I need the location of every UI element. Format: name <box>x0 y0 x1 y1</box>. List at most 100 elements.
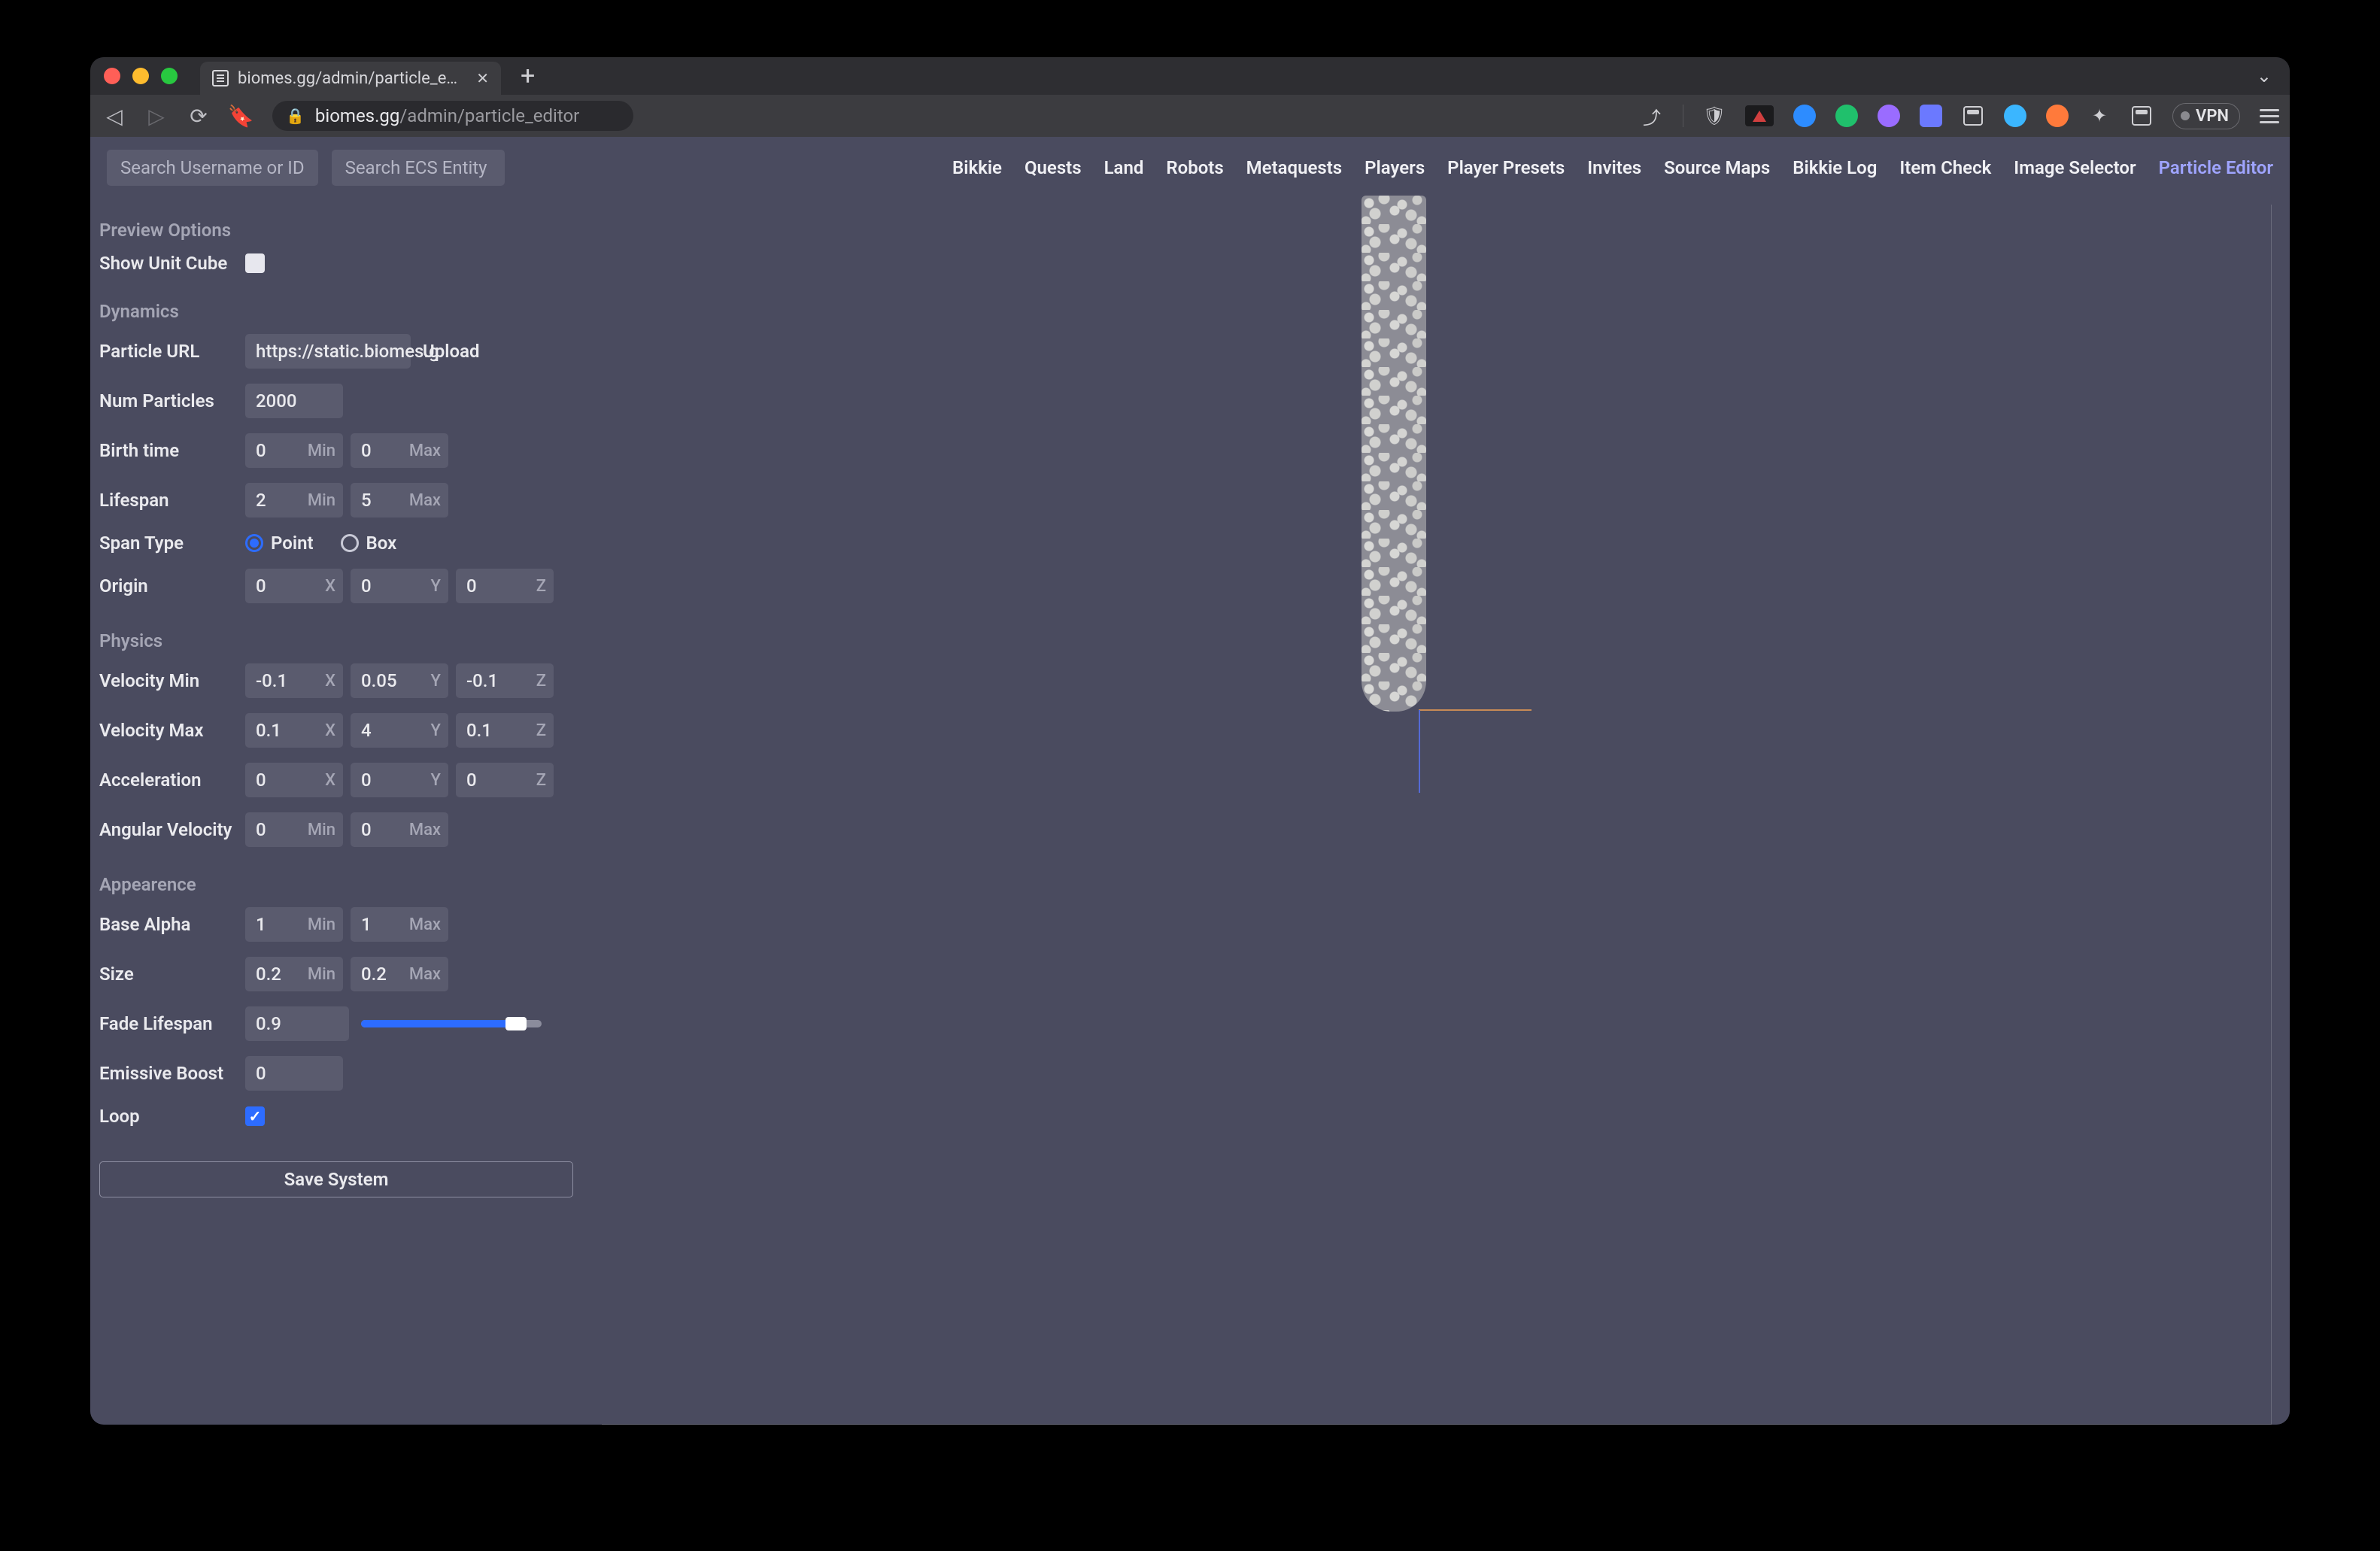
toolbar-icons: ⤴︎ 🛡︎ ✦ VPN <box>1641 103 2279 129</box>
search-username-input[interactable]: Search Username or ID <box>107 150 318 186</box>
span-type-box-radio[interactable]: Box <box>341 533 397 554</box>
url-field[interactable]: 🔒 biomes.gg/admin/particle_editor <box>272 101 633 131</box>
close-tab-icon[interactable]: ✕ <box>472 69 493 87</box>
nav-player-presets[interactable]: Player Presets <box>1447 157 1565 178</box>
origin-z-input[interactable]: 0Z <box>456 569 554 603</box>
birth-time-max-input[interactable]: 0Max <box>351 433 448 468</box>
row-size: Size 0.2Min 0.2Max <box>99 949 593 999</box>
fade-lifespan-input[interactable]: 0.9 <box>245 1006 349 1041</box>
share-icon[interactable]: ⤴︎ <box>1641 105 1663 127</box>
nav-invites[interactable]: Invites <box>1587 157 1641 178</box>
bookmark-icon[interactable]: 🔖 <box>227 104 254 129</box>
nav-robots[interactable]: Robots <box>1166 157 1223 178</box>
close-window-button[interactable] <box>104 68 120 84</box>
span-type-point-radio[interactable]: Point <box>245 533 314 554</box>
loop-checkbox[interactable] <box>245 1106 265 1126</box>
acceleration-z-input[interactable]: 0Z <box>456 763 554 797</box>
row-emissive-boost: Emissive Boost 0 <box>99 1049 593 1098</box>
shield-icon[interactable]: 🛡︎ <box>1703 105 1726 127</box>
label: Birth time <box>99 440 238 461</box>
vpn-label: VPN <box>2196 107 2229 126</box>
nav-players[interactable]: Players <box>1365 157 1425 178</box>
base-alpha-min-input[interactable]: 1Min <box>245 907 343 942</box>
page-icon <box>212 70 229 87</box>
browser-window: biomes.gg/admin/particle_editc ✕ + ⌄ ◁ ▷… <box>90 57 2290 1425</box>
extension-icon[interactable] <box>2046 105 2069 127</box>
velocity-max-x-input[interactable]: 0.1X <box>245 713 343 748</box>
label: Angular Velocity <box>99 819 238 840</box>
label: Span Type <box>99 533 238 554</box>
nav-bikkie[interactable]: Bikkie <box>952 157 1002 178</box>
acceleration-y-input[interactable]: 0Y <box>351 763 448 797</box>
nav-image-selector[interactable]: Image Selector <box>2014 157 2136 178</box>
lifespan-min-input[interactable]: 2Min <box>245 483 343 518</box>
particle-url-input[interactable]: https://static.biomes.g <box>245 334 411 369</box>
angular-velocity-min-input[interactable]: 0Min <box>245 812 343 847</box>
minimize-window-button[interactable] <box>132 68 149 84</box>
window-controls <box>104 68 178 84</box>
admin-topbar: Search Username or ID Search ECS Entity … <box>90 137 2290 199</box>
size-max-input[interactable]: 0.2Max <box>351 957 448 991</box>
row-num-particles: Num Particles 2000 <box>99 376 593 426</box>
maximize-window-button[interactable] <box>161 68 178 84</box>
pip-icon[interactable] <box>1963 106 1983 126</box>
extension-icon[interactable] <box>1835 105 1858 127</box>
velocity-min-z-input[interactable]: -0.1Z <box>456 663 554 698</box>
browser-tab[interactable]: biomes.gg/admin/particle_editc ✕ <box>200 62 501 95</box>
particle-preview <box>1362 196 1426 712</box>
extension-icon[interactable] <box>2004 105 2026 127</box>
menu-icon[interactable] <box>2260 109 2279 123</box>
lock-icon: 🔒 <box>286 107 305 125</box>
acceleration-x-input[interactable]: 0X <box>245 763 343 797</box>
vpn-button[interactable]: VPN <box>2172 103 2240 129</box>
show-unit-cube-checkbox[interactable] <box>245 253 265 273</box>
birth-time-min-input[interactable]: 0Min <box>245 433 343 468</box>
velocity-max-z-input[interactable]: 0.1Z <box>456 713 554 748</box>
section-appearance: Appearence <box>99 874 593 895</box>
origin-x-input[interactable]: 0X <box>245 569 343 603</box>
fade-lifespan-slider[interactable] <box>361 1020 542 1027</box>
forward-icon: ▷ <box>143 104 170 129</box>
emissive-boost-input[interactable]: 0 <box>245 1056 343 1091</box>
nav-land[interactable]: Land <box>1104 157 1144 178</box>
size-min-input[interactable]: 0.2Min <box>245 957 343 991</box>
sidebar-icon[interactable] <box>2132 106 2151 126</box>
back-icon[interactable]: ◁ <box>101 104 128 129</box>
tabs-overflow-icon[interactable]: ⌄ <box>2257 65 2272 87</box>
velocity-min-x-input[interactable]: -0.1X <box>245 663 343 698</box>
label: Particle URL <box>99 341 238 362</box>
titlebar: biomes.gg/admin/particle_editc ✕ + ⌄ <box>90 57 2290 95</box>
nav-bikkie-log[interactable]: Bikkie Log <box>1793 157 1877 178</box>
extension-icon[interactable] <box>1920 105 1942 127</box>
new-tab-button[interactable]: + <box>521 63 535 89</box>
nav-source-maps[interactable]: Source Maps <box>1664 157 1770 178</box>
label: Lifespan <box>99 490 238 511</box>
brave-rewards-icon[interactable] <box>1745 105 1774 126</box>
lifespan-max-input[interactable]: 5Max <box>351 483 448 518</box>
preview-canvas[interactable] <box>602 205 2272 1425</box>
search-ecs-input[interactable]: Search ECS Entity <box>332 150 505 186</box>
nav-quests[interactable]: Quests <box>1025 157 1082 178</box>
url-text: biomes.gg/admin/particle_editor <box>315 105 579 126</box>
nav-metaquests[interactable]: Metaquests <box>1246 157 1342 178</box>
label: Velocity Min <box>99 670 238 691</box>
reload-icon[interactable]: ⟳ <box>185 104 212 129</box>
extension-icon[interactable] <box>1793 105 1816 127</box>
num-particles-input[interactable]: 2000 <box>245 384 343 418</box>
extensions-icon[interactable]: ✦ <box>2088 105 2111 127</box>
row-loop: Loop <box>99 1098 593 1134</box>
angular-velocity-max-input[interactable]: 0Max <box>351 812 448 847</box>
origin-y-input[interactable]: 0Y <box>351 569 448 603</box>
label: Origin <box>99 575 238 596</box>
extension-icon[interactable] <box>1878 105 1900 127</box>
nav-particle-editor[interactable]: Particle Editor <box>2159 157 2273 178</box>
base-alpha-max-input[interactable]: 1Max <box>351 907 448 942</box>
row-show-unit-cube: Show Unit Cube <box>99 245 593 281</box>
nav-item-check[interactable]: Item Check <box>1899 157 1991 178</box>
label: Velocity Max <box>99 720 238 741</box>
save-system-button[interactable]: Save System <box>99 1161 573 1197</box>
velocity-min-y-input[interactable]: 0.05Y <box>351 663 448 698</box>
address-bar: ◁ ▷ ⟳ 🔖 🔒 biomes.gg/admin/particle_edito… <box>90 95 2290 137</box>
row-angular-velocity: Angular Velocity 0Min 0Max <box>99 805 593 854</box>
velocity-max-y-input[interactable]: 4Y <box>351 713 448 748</box>
